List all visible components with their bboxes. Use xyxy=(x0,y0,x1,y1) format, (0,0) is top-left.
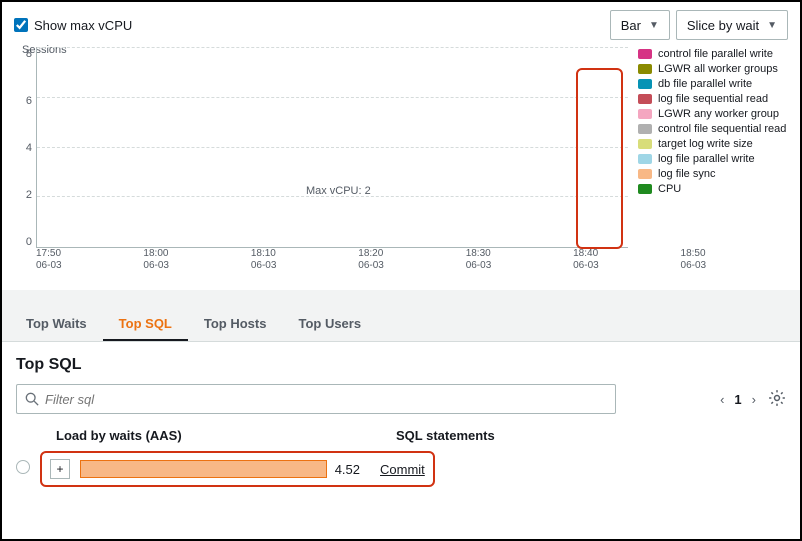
legend-item[interactable]: LGWR any worker group xyxy=(638,108,788,120)
legend-item[interactable]: target log write size xyxy=(638,138,788,150)
table-row[interactable]: + 4.52 Commit xyxy=(40,451,435,487)
x-tick: 18:0006-03 xyxy=(143,248,250,272)
legend-item[interactable]: control file parallel write xyxy=(638,48,788,60)
row-radio[interactable] xyxy=(16,460,40,477)
chart-y-axis: 8 6 4 2 0 xyxy=(14,48,36,248)
legend-item[interactable]: LGWR all worker groups xyxy=(638,63,788,75)
load-value: 4.52 xyxy=(335,462,360,477)
x-tick: 18:5006-03 xyxy=(681,248,788,272)
page-number: 1 xyxy=(734,392,741,407)
table-header: Load by waits (AAS) SQL statements xyxy=(16,414,786,449)
show-max-vcpu-input[interactable] xyxy=(14,18,28,32)
sql-statement-link[interactable]: Commit xyxy=(380,462,425,477)
chart-highlight xyxy=(576,68,624,249)
load-bar xyxy=(80,460,327,478)
show-max-vcpu-checkbox[interactable]: Show max vCPU xyxy=(14,18,132,33)
chart-plot: Max vCPU: 2 xyxy=(36,48,628,248)
x-tick: 18:4006-03 xyxy=(573,248,680,272)
chart-type-value: Bar xyxy=(621,18,641,33)
x-tick: 18:2006-03 xyxy=(358,248,465,272)
filter-sql-input[interactable] xyxy=(45,392,607,407)
x-tick: 17:5006-03 xyxy=(36,248,143,272)
tab-top-hosts[interactable]: Top Hosts xyxy=(188,308,283,341)
legend-item[interactable]: db file parallel write xyxy=(638,78,788,90)
slice-by-value: Slice by wait xyxy=(687,18,759,33)
pagination: ‹ 1 › xyxy=(720,392,756,407)
legend-item[interactable]: log file parallel write xyxy=(638,153,788,165)
legend-item[interactable]: CPU xyxy=(638,183,788,195)
col-sql-header: SQL statements xyxy=(396,428,786,443)
panel-title: Top SQL xyxy=(16,356,786,374)
tab-top-sql[interactable]: Top SQL xyxy=(103,308,188,341)
legend-item[interactable]: log file sequential read xyxy=(638,93,788,105)
chevron-down-icon: ▼ xyxy=(649,20,659,31)
search-icon xyxy=(25,392,39,406)
chart-type-select[interactable]: Bar ▼ xyxy=(610,10,670,40)
filter-sql-input-wrap[interactable] xyxy=(16,384,616,414)
chevron-down-icon: ▼ xyxy=(767,20,777,31)
x-tick: 18:3006-03 xyxy=(466,248,573,272)
page-next-button[interactable]: › xyxy=(752,392,756,407)
x-tick: 18:1006-03 xyxy=(251,248,358,272)
tabs: Top WaitsTop SQLTop HostsTop Users xyxy=(2,308,800,342)
tab-top-waits[interactable]: Top Waits xyxy=(10,308,103,341)
page-prev-button[interactable]: ‹ xyxy=(720,392,724,407)
col-load-header: Load by waits (AAS) xyxy=(56,428,396,443)
chart-x-axis: 17:5006-0318:0006-0318:1006-0318:2006-03… xyxy=(36,248,788,272)
legend-item[interactable]: control file sequential read xyxy=(638,123,788,135)
settings-gear-icon[interactable] xyxy=(768,389,786,410)
tab-top-users[interactable]: Top Users xyxy=(282,308,377,341)
show-max-vcpu-label: Show max vCPU xyxy=(34,18,132,33)
slice-by-select[interactable]: Slice by wait ▼ xyxy=(676,10,788,40)
chart-legend: control file parallel write LGWR all work… xyxy=(628,48,788,248)
legend-item[interactable]: log file sync xyxy=(638,168,788,180)
expand-row-button[interactable]: + xyxy=(50,459,70,479)
